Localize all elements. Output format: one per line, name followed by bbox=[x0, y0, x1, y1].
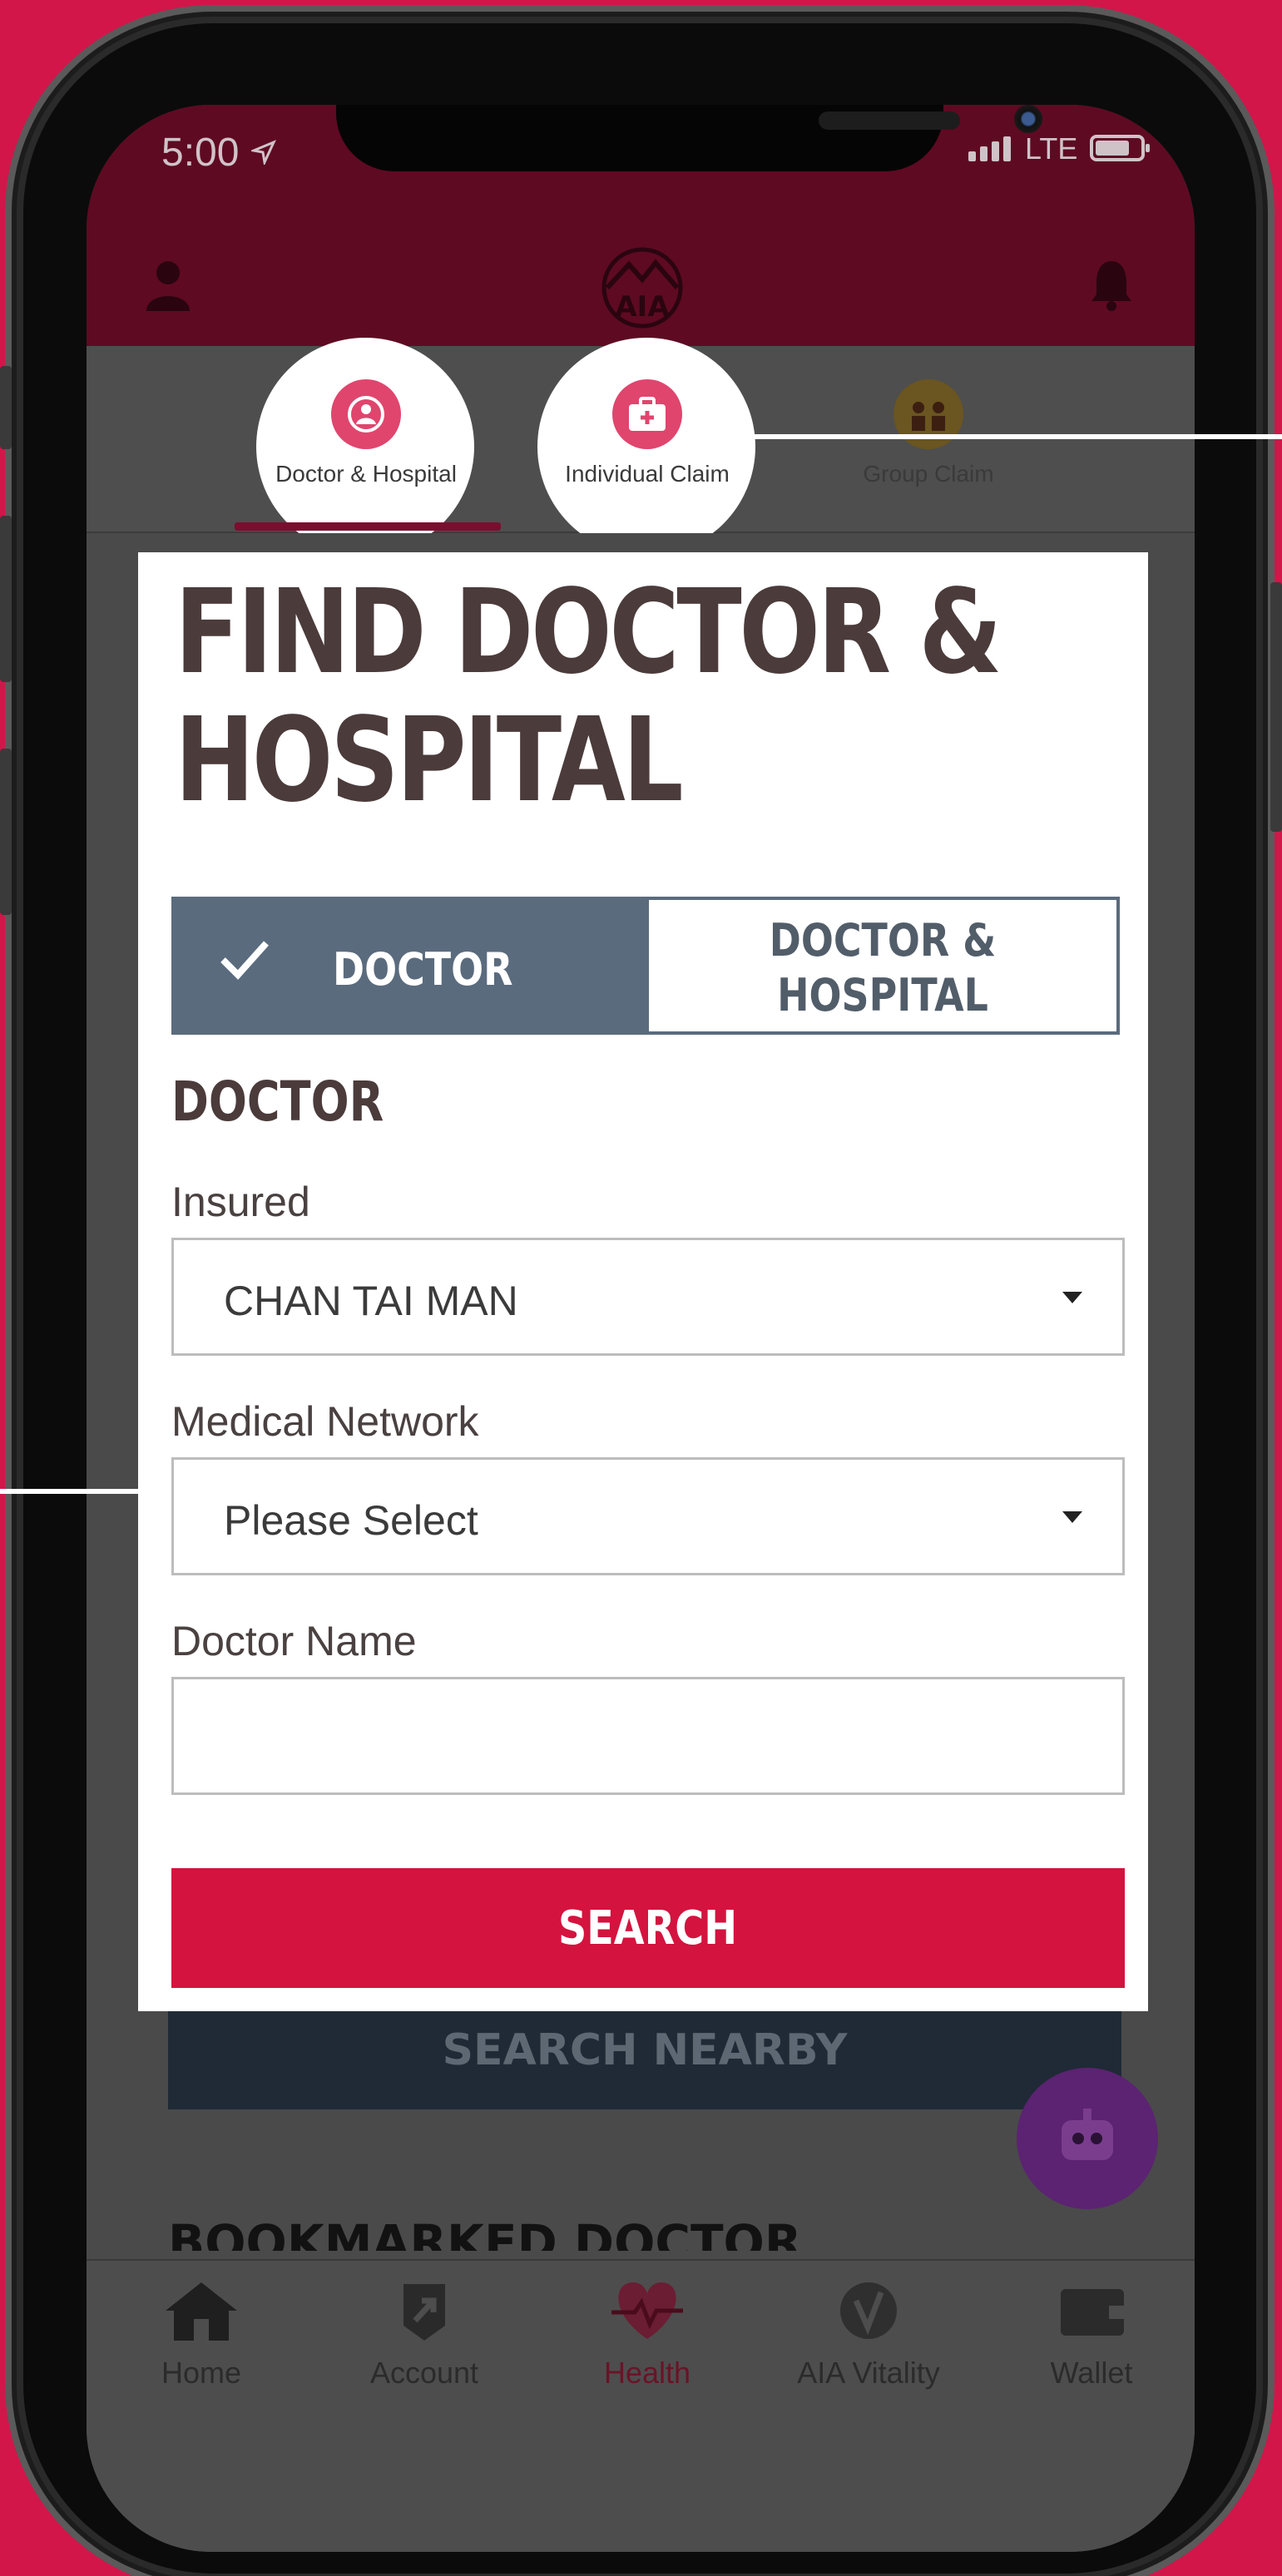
wallet-icon bbox=[1061, 2289, 1124, 2336]
medical-network-label: Medical Network bbox=[171, 1398, 479, 1445]
account-icon bbox=[403, 2284, 445, 2341]
first-aid-kit-icon bbox=[612, 379, 682, 449]
tab-label: Doctor & Hospital bbox=[275, 461, 457, 487]
tab-label: Group Claim bbox=[863, 461, 994, 487]
doctor-name-label: Doctor Name bbox=[171, 1618, 417, 1664]
page-title: FIND DOCTOR & HOSPITAL bbox=[175, 565, 1002, 828]
nav-account[interactable]: Account bbox=[316, 2277, 532, 2391]
bookmarked-doctor-heading: BOOKMARKED DOCTOR bbox=[168, 2214, 802, 2251]
dropdown-caret-icon bbox=[1062, 1292, 1082, 1303]
network-type: LTE bbox=[1025, 131, 1078, 166]
aia-logo: AIA bbox=[601, 247, 683, 329]
doctor-icon bbox=[331, 379, 401, 449]
medical-network-select[interactable]: Please Select bbox=[171, 1457, 1125, 1575]
signal-icon bbox=[968, 136, 1011, 161]
profile-icon[interactable] bbox=[145, 258, 191, 311]
chatbot-icon[interactable] bbox=[1017, 2068, 1158, 2209]
insured-select[interactable]: CHAN TAI MAN bbox=[171, 1238, 1125, 1356]
location-arrow-icon bbox=[251, 140, 276, 165]
nav-wallet[interactable]: Wallet bbox=[983, 2277, 1195, 2391]
bottom-navigation: Home Account Health AIA Vitality Wallet bbox=[87, 2259, 1195, 2552]
home-icon bbox=[166, 2282, 237, 2341]
insured-label: Insured bbox=[171, 1179, 310, 1225]
nav-health[interactable]: Health bbox=[539, 2277, 755, 2391]
callout-line-right bbox=[754, 434, 1282, 439]
section-title: DOCTOR bbox=[171, 1070, 384, 1134]
svg-text:AIA: AIA bbox=[615, 290, 670, 324]
notification-bell-icon[interactable] bbox=[1088, 258, 1135, 311]
dropdown-caret-icon bbox=[1062, 1511, 1082, 1523]
search-mode-toggle: DOCTOR DOCTOR & HOSPITAL bbox=[171, 897, 1120, 1035]
power-button bbox=[1270, 582, 1282, 832]
checkmark-icon bbox=[220, 941, 269, 980]
medical-network-value: Please Select bbox=[224, 1497, 478, 1544]
toggle-doctor-hospital[interactable]: DOCTOR & HOSPITAL bbox=[649, 900, 1116, 1031]
insured-value: CHAN TAI MAN bbox=[224, 1278, 518, 1324]
tab-individual-claim[interactable]: Individual Claim bbox=[531, 346, 764, 529]
app-header: AIA bbox=[87, 247, 1195, 346]
volume-up-button bbox=[0, 516, 12, 682]
active-tab-indicator bbox=[235, 522, 501, 531]
tab-label: Individual Claim bbox=[565, 461, 730, 487]
speaker-grille bbox=[819, 111, 960, 130]
notch bbox=[336, 105, 1042, 171]
doctor-name-input[interactable] bbox=[171, 1677, 1125, 1795]
nav-aia-vitality[interactable]: AIA Vitality bbox=[760, 2277, 977, 2391]
callout-line-left bbox=[0, 1489, 138, 1494]
battery-icon bbox=[1090, 135, 1150, 161]
vitality-icon bbox=[840, 2282, 897, 2339]
search-button[interactable]: SEARCH bbox=[171, 1868, 1125, 1988]
tab-doctor-hospital[interactable]: Doctor & Hospital bbox=[250, 346, 483, 529]
front-camera bbox=[1014, 105, 1042, 133]
heart-icon bbox=[611, 2282, 683, 2339]
volume-down-button bbox=[0, 749, 12, 915]
status-time: 5:00 bbox=[161, 131, 240, 175]
nav-home[interactable]: Home bbox=[93, 2277, 309, 2391]
mute-switch bbox=[0, 366, 12, 449]
status-bar: 5:00 LTE bbox=[87, 105, 1195, 255]
toggle-doctor[interactable]: DOCTOR bbox=[175, 900, 649, 1031]
health-tabs: Doctor & Hospital Individual Claim Group… bbox=[87, 338, 1195, 556]
find-doctor-card: FIND DOCTOR & HOSPITAL DOCTOR DOCTOR & H… bbox=[138, 552, 1148, 2011]
